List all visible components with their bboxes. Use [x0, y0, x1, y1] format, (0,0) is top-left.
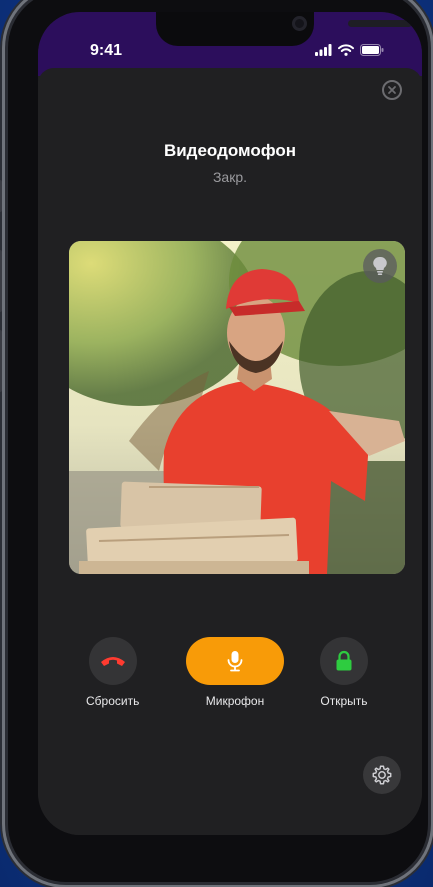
open-door-button[interactable]: [320, 637, 368, 685]
page-title: Видеодомофон: [163, 141, 297, 160]
gear-icon: [372, 765, 392, 785]
notch: [156, 12, 412, 46]
lock-icon: [336, 650, 352, 671]
hangup-control: Сбросить: [86, 637, 139, 708]
earpiece-speaker: [348, 20, 412, 27]
microphone-button[interactable]: [186, 637, 284, 685]
mute-switch: [0, 180, 2, 212]
light-toggle-button[interactable]: [363, 249, 397, 283]
screen: 9:41 Видеодомофон Закр. Сбросить Микрофо…: [38, 12, 422, 835]
video-feed: [69, 241, 405, 574]
phone-hangup-icon: [100, 657, 125, 666]
front-camera: [292, 16, 307, 31]
volume-down-button: [0, 330, 2, 392]
open-control: Открыть: [320, 637, 368, 708]
volume-up-button: [0, 250, 2, 312]
signal-icon: [315, 44, 332, 56]
microphone-control: Микрофон: [186, 637, 284, 708]
video-frame-image: [69, 241, 405, 574]
wifi-icon: [338, 44, 354, 56]
status-icons: [315, 44, 384, 56]
hangup-label: Сбросить: [86, 694, 140, 708]
phone-frame: 9:41 Видеодомофон Закр. Сбросить Микрофо…: [0, 0, 428, 882]
microphone-icon: [227, 651, 243, 672]
door-status: Закр.: [212, 169, 248, 185]
intercom-sheet: Видеодомофон Закр. Сбросить Микрофон Отк…: [38, 68, 422, 835]
close-icon: [388, 86, 396, 94]
open-label: Открыть: [320, 694, 368, 708]
microphone-label: Микрофон: [205, 694, 265, 708]
battery-icon: [360, 44, 384, 56]
light-bulb-icon: [373, 256, 387, 275]
hangup-button[interactable]: [88, 637, 137, 685]
status-time: 9:41: [90, 42, 123, 59]
close-button[interactable]: [382, 80, 402, 100]
settings-button[interactable]: [363, 756, 401, 794]
